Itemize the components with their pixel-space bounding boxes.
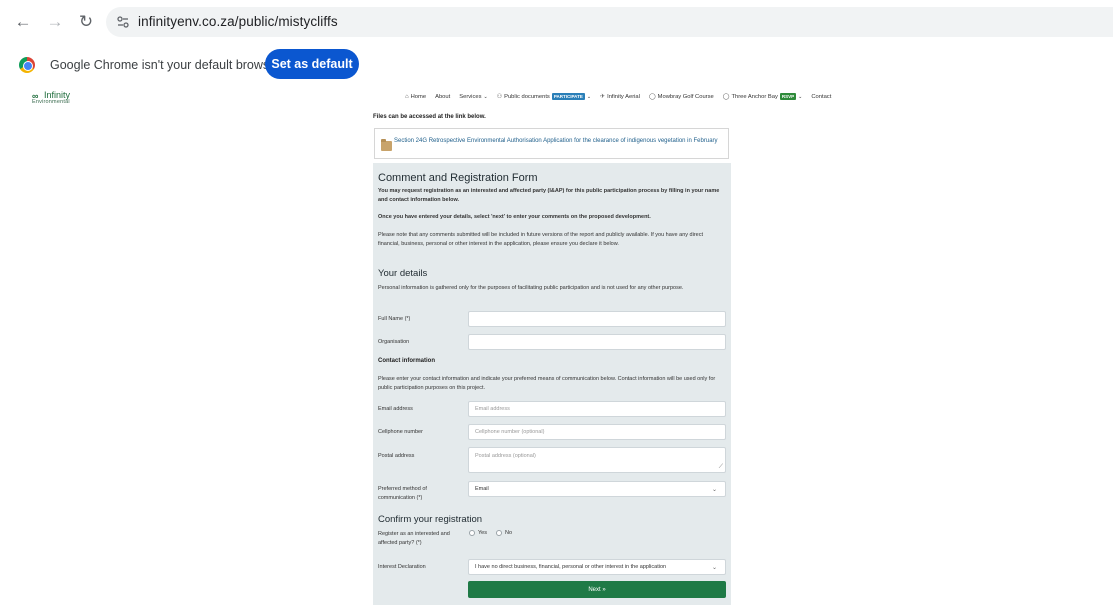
- register-question-label: Register as an interested and affected p…: [378, 531, 450, 546]
- postal-address-label: Postal address: [378, 453, 415, 459]
- file-link-box: Section 24G Retrospective Environmental …: [374, 128, 729, 159]
- site-header: ∞ Infinity Environmental ⌂ Home About Se…: [0, 86, 1113, 110]
- site-info-icon[interactable]: [116, 15, 130, 29]
- home-icon: ⌂: [405, 93, 409, 100]
- chrome-logo-icon: [19, 57, 35, 73]
- files-note: Files can be accessed at the link below.: [373, 114, 486, 120]
- postal-address-textarea[interactable]: Postal address (optional) ⟋: [468, 447, 726, 473]
- address-bar[interactable]: infinityenv.co.za/public/mistycliffs: [106, 7, 1113, 37]
- form-intro-disclosure: Please note that any comments submitted …: [378, 232, 703, 247]
- default-browser-infobar: Google Chrome isn't your default browser…: [0, 44, 1113, 86]
- cellphone-label: Cellphone number: [378, 429, 423, 435]
- chevron-down-icon: ⌄: [711, 486, 717, 493]
- no-radio[interactable]: [495, 530, 502, 536]
- rsvp-badge: RSVP: [779, 93, 797, 100]
- comment-registration-form: Comment and Registration Form You may re…: [373, 163, 731, 605]
- confirm-registration-heading: Confirm your registration: [378, 514, 483, 525]
- your-details-heading: Your details: [378, 268, 428, 279]
- organisation-input[interactable]: [468, 334, 726, 350]
- chevron-down-icon: ⌄: [586, 93, 592, 100]
- full-name-label: Full Name (*): [378, 316, 411, 322]
- nav-public-documents-label: Public documents: [504, 93, 550, 100]
- no-label[interactable]: No: [505, 530, 512, 536]
- drone-icon: ✈: [600, 94, 606, 100]
- preferred-method-value: Email: [475, 486, 489, 492]
- back-arrow-icon[interactable]: ←: [12, 11, 34, 33]
- resize-handle-icon[interactable]: ⟋: [719, 464, 723, 471]
- nav-home-label: Home: [410, 93, 427, 100]
- preferred-method-label: Preferred method of communication (*): [378, 486, 427, 501]
- logo-subtitle: Environmental: [32, 99, 70, 105]
- nav-contact[interactable]: Contact: [811, 94, 831, 100]
- chevron-down-icon: ⌄: [798, 93, 803, 100]
- people-icon: ⚇: [496, 94, 503, 100]
- cellphone-input[interactable]: Cellphone number (optional): [468, 424, 726, 440]
- main-nav: ⌂ Home About Services ⌄ ⚇ Public documen…: [405, 93, 840, 100]
- browser-toolbar: ← → ↻ infinityenv.co.za/public/mistyclif…: [0, 0, 1113, 44]
- yes-label[interactable]: Yes: [478, 530, 487, 536]
- nav-about-label: About: [435, 93, 451, 100]
- interest-declaration-label: Interest Declaration: [378, 564, 426, 570]
- nav-mowbray-label: Mowbray Golf Course: [657, 93, 714, 100]
- form-intro-registration: You may request registration as an inter…: [378, 188, 720, 203]
- infobar-message: Google Chrome isn't your default browser: [50, 58, 281, 72]
- nav-infinity-aerial[interactable]: ✈ Infinity Aerial: [600, 93, 640, 101]
- details-note: Personal information is gathered only fo…: [378, 285, 684, 291]
- forward-arrow-icon[interactable]: →: [44, 11, 66, 33]
- nav-public-documents[interactable]: ⚇ Public documents PARTICIPATE ⌄: [497, 93, 591, 100]
- register-radio-group: Yes No: [469, 530, 521, 536]
- chevron-down-icon: ⌄: [711, 564, 717, 571]
- email-label: Email address: [378, 406, 413, 412]
- site-logo[interactable]: ∞ Infinity Environmental: [32, 90, 102, 108]
- folder-icon: [381, 139, 392, 151]
- url-text[interactable]: infinityenv.co.za/public/mistycliffs: [138, 14, 338, 29]
- nav-mowbray-golf-course[interactable]: ◯ Mowbray Golf Course: [648, 93, 714, 101]
- full-name-input[interactable]: [468, 311, 726, 327]
- nav-about[interactable]: About: [435, 94, 450, 100]
- nav-home[interactable]: ⌂ Home: [405, 94, 426, 100]
- file-link[interactable]: Section 24G Retrospective Environmental …: [394, 137, 724, 146]
- yes-radio[interactable]: [469, 530, 475, 536]
- preferred-method-select[interactable]: Email ⌄: [468, 481, 726, 497]
- contact-info-heading: Contact information: [378, 358, 435, 364]
- nav-three-anchor-bay[interactable]: ◯ Three Anchor Bay RSVP ⌄: [722, 93, 803, 100]
- nav-three-anchor-bay-label: Three Anchor Bay: [731, 93, 778, 100]
- chevron-down-icon: ⌄: [483, 93, 488, 100]
- reload-icon[interactable]: ↻: [75, 11, 97, 33]
- organisation-label: Organisation: [378, 339, 410, 345]
- email-input[interactable]: Email address: [468, 401, 726, 417]
- nav-contact-label: Contact: [811, 93, 832, 100]
- next-button[interactable]: Next »: [468, 581, 726, 598]
- chat-icon: ◯: [648, 94, 656, 100]
- participate-badge: PARTICIPATE: [551, 93, 585, 100]
- set-as-default-button[interactable]: Set as default: [265, 49, 359, 79]
- nav-infinity-aerial-label: Infinity Aerial: [607, 93, 640, 100]
- contact-note: Please enter your contact information an…: [378, 376, 716, 391]
- form-intro-next: Once you have entered your details, sele…: [378, 214, 651, 220]
- nav-services-label: Services: [459, 93, 482, 100]
- interest-declaration-value: I have no direct business, financial, pe…: [475, 564, 667, 570]
- interest-declaration-select[interactable]: I have no direct business, financial, pe…: [468, 559, 726, 575]
- form-title: Comment and Registration Form: [378, 172, 538, 184]
- chat-icon: ◯: [722, 94, 730, 100]
- postal-address-placeholder: Postal address (optional): [475, 453, 536, 459]
- nav-services[interactable]: Services ⌄: [459, 94, 487, 100]
